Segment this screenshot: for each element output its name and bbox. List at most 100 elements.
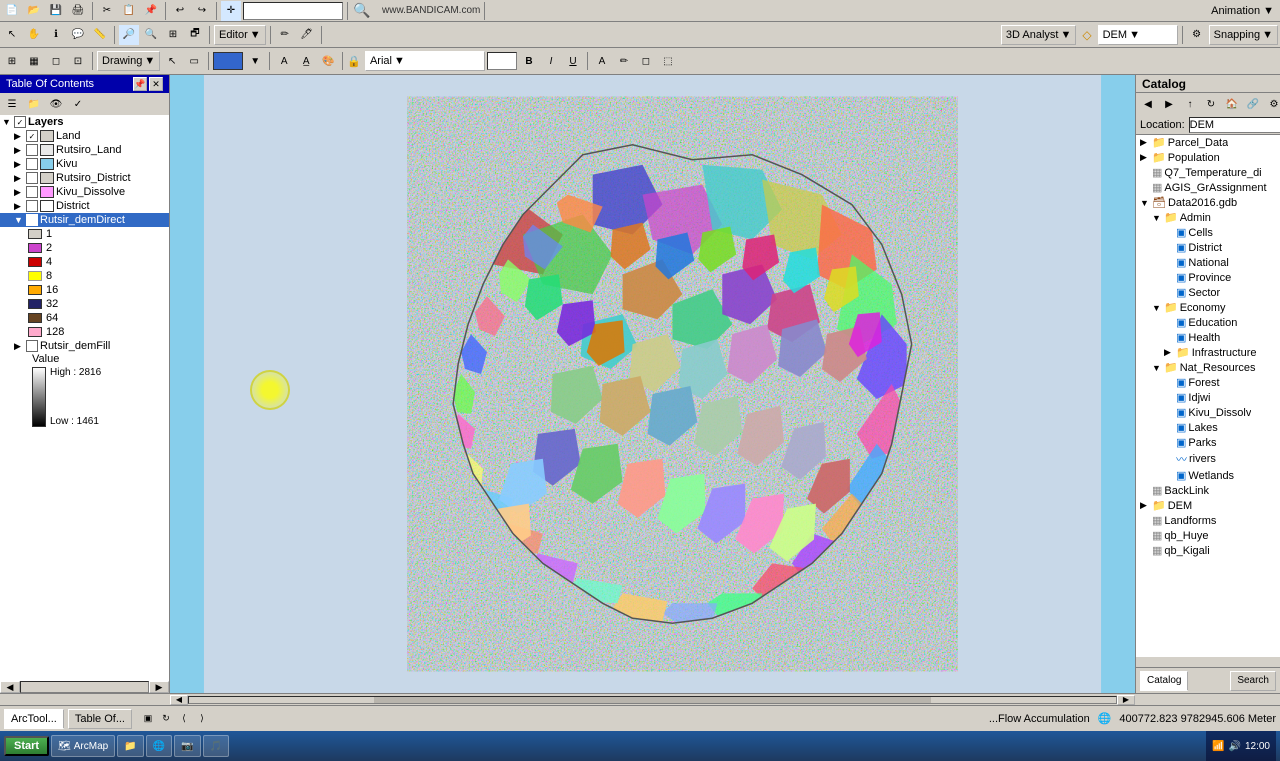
toc-close-btn[interactable]: ✕ xyxy=(149,77,163,91)
taskbar-arcmap[interactable]: 🗺 ArcMap xyxy=(51,735,115,757)
tableofcontents-tab[interactable]: Table Of... xyxy=(68,709,132,729)
tree-item-qb-huye[interactable]: ▦ qb_Huye xyxy=(1136,528,1280,543)
map-hscroll-thumb[interactable] xyxy=(374,697,930,703)
tree-item-parcel-data[interactable]: ▶ 📁 Parcel_Data xyxy=(1136,135,1280,150)
tree-item-health[interactable]: ▣ Health xyxy=(1136,330,1280,345)
zoom-map-btn[interactable]: 🔎 xyxy=(119,25,139,45)
sketch-btn[interactable]: ✏ xyxy=(275,25,295,45)
toc-vis-btn[interactable]: 👁 xyxy=(46,94,66,114)
toc-list-btn[interactable]: ☰ xyxy=(2,94,22,114)
sb-btn1[interactable]: ▣ xyxy=(140,711,156,727)
map-hscroll-container[interactable]: ◀ ▶ xyxy=(170,694,1135,705)
color-swatch[interactable] xyxy=(213,52,243,70)
italic-btn[interactable]: I xyxy=(541,51,561,71)
shadow-btn[interactable]: ⬚ xyxy=(658,51,678,71)
select-btn[interactable]: ↖ xyxy=(2,25,22,45)
arctool-tab[interactable]: ArcTool... xyxy=(4,709,64,729)
font-dropdown[interactable]: Arial ▼ xyxy=(365,51,485,71)
tree-item-dem[interactable]: ▶ 📁 DEM xyxy=(1136,498,1280,513)
draw-arrow-btn[interactable]: ↖ xyxy=(162,51,182,71)
identify-btn[interactable]: ℹ xyxy=(46,25,66,45)
tree-item-economy[interactable]: ▼ 📁 Economy xyxy=(1136,300,1280,315)
start-button[interactable]: Start xyxy=(4,736,49,756)
print-btn[interactable]: 🖨 xyxy=(68,1,88,21)
tree-item-wetlands[interactable]: ▣ Wetlands xyxy=(1136,468,1280,483)
catalog-up-btn[interactable]: ↑ xyxy=(1180,94,1200,114)
zoom-layer-btn[interactable]: 🗗 xyxy=(185,25,205,45)
catalog-tab[interactable]: Catalog xyxy=(1140,671,1188,691)
rutsiro-dist-cb[interactable] xyxy=(26,172,38,184)
tree-item-sector[interactable]: ▣ Sector xyxy=(1136,285,1280,300)
copy-btn[interactable]: 📋 xyxy=(119,1,139,21)
tree-item-district-catalog[interactable]: ▣ District xyxy=(1136,240,1280,255)
rutsir-demfill-cb[interactable] xyxy=(26,340,38,352)
taskbar-explorer[interactable]: 📁 xyxy=(117,735,143,757)
layers-heading-item[interactable]: ▼ Layers xyxy=(0,115,169,129)
toc-source-btn[interactable]: 📁 xyxy=(24,94,44,114)
tree-item-agis[interactable]: ▦ AGIS_GrAssignment xyxy=(1136,180,1280,195)
tree-item-education[interactable]: ▣ Education xyxy=(1136,315,1280,330)
taskbar-browser[interactable]: 🌐 xyxy=(146,735,172,757)
cut-btn[interactable]: ✂ xyxy=(97,1,117,21)
map-hscroll-track[interactable] xyxy=(188,696,1117,704)
tree-item-forest[interactable]: ▣ Forest xyxy=(1136,375,1280,390)
rutsiro-land-cb[interactable] xyxy=(26,144,38,156)
color-btn[interactable]: ▼ xyxy=(245,51,265,71)
layer-item-rutsiro-land[interactable]: ▶ Rutsiro_Land xyxy=(0,143,169,157)
tree-item-infrastructure[interactable]: ▶ 📁 Infrastructure xyxy=(1136,345,1280,360)
settings-btn[interactable]: ⚙ xyxy=(1187,25,1207,45)
catalog-refresh-btn[interactable]: ↻ xyxy=(1201,94,1221,114)
catalog-location-input[interactable] xyxy=(1189,117,1280,133)
tree-item-idjwi[interactable]: ▣ Idjwi xyxy=(1136,390,1280,405)
layer-item-district[interactable]: ▶ District xyxy=(0,199,169,213)
tb3-btn3[interactable]: ◻ xyxy=(46,51,66,71)
kivu-dissolve-cb[interactable] xyxy=(26,186,38,198)
text-btn[interactable]: A xyxy=(274,51,294,71)
coord-input[interactable]: 1,275,598 xyxy=(243,2,343,20)
tree-item-national[interactable]: ▣ National xyxy=(1136,255,1280,270)
textcolor-btn[interactable]: A̲ xyxy=(296,51,316,71)
tree-item-nat-resources[interactable]: ▼ 📁 Nat_Resources xyxy=(1136,360,1280,375)
tree-item-data2016[interactable]: ▼ 🗃 Data2016.gdb xyxy=(1136,195,1280,210)
hilite-btn[interactable]: ✏ xyxy=(614,51,634,71)
tree-item-population[interactable]: ▶ 📁 Population xyxy=(1136,150,1280,165)
taskbar-camera[interactable]: 📷 xyxy=(174,735,200,757)
layer-item-kivu[interactable]: ▶ Kivu xyxy=(0,157,169,171)
tree-item-admin[interactable]: ▼ 📁 Admin xyxy=(1136,210,1280,225)
zoom-full-btn[interactable]: ⊞ xyxy=(163,25,183,45)
tree-item-backlink[interactable]: ▦ BackLink xyxy=(1136,483,1280,498)
catalog-fwd-btn[interactable]: ▶ xyxy=(1159,94,1179,114)
edit-btn[interactable]: 🖊 xyxy=(297,25,317,45)
tree-item-landforms[interactable]: ▦ Landforms xyxy=(1136,513,1280,528)
district-cb[interactable] xyxy=(26,200,38,212)
sb-btn4[interactable]: ⟩ xyxy=(194,711,210,727)
open-btn[interactable]: 📂 xyxy=(24,1,44,21)
tree-item-rivers[interactable]: 〰 rivers xyxy=(1136,450,1280,468)
catalog-connect-btn[interactable]: 🔗 xyxy=(1243,94,1263,114)
rutsir-dem-cb[interactable] xyxy=(26,214,38,226)
tb3-btn1[interactable]: ⊞ xyxy=(2,51,22,71)
layers-cb[interactable] xyxy=(14,116,26,128)
save-btn[interactable]: 💾 xyxy=(46,1,66,21)
catalog-scroll[interactable] xyxy=(1136,657,1280,667)
analyst-dropdown[interactable]: 3D Analyst ▼ xyxy=(1001,25,1076,45)
zoom-in-btn[interactable]: 🔍 xyxy=(352,1,372,21)
tree-item-cells[interactable]: ▣ Cells xyxy=(1136,225,1280,240)
tree-item-parks[interactable]: ▣ Parks xyxy=(1136,435,1280,450)
cursor-btn[interactable]: ✛ xyxy=(221,1,241,21)
layer-item-rutsir-dem[interactable]: ▼ Rutsir_demDirect xyxy=(0,213,169,227)
measure-btn[interactable]: 📏 xyxy=(90,25,110,45)
bold-btn[interactable]: B xyxy=(519,51,539,71)
font-size-input[interactable]: 10 xyxy=(487,52,517,70)
layer-item-rutsir-demfill[interactable]: ▶ Rutsir_demFill xyxy=(0,339,169,353)
redo-btn[interactable]: ↪ xyxy=(192,1,212,21)
draw-shape-btn[interactable]: ▭ xyxy=(184,51,204,71)
land-cb[interactable] xyxy=(26,130,38,142)
tree-item-kivu-cat[interactable]: ▣ Kivu_Dissolv xyxy=(1136,405,1280,420)
map-scroll-left-btn[interactable]: ◀ xyxy=(170,695,188,705)
new-btn[interactable]: 📄 xyxy=(2,1,22,21)
zoom-out-btn[interactable]: 🔍 xyxy=(141,25,161,45)
search-tab[interactable]: Search xyxy=(1230,671,1276,691)
tree-item-lakes[interactable]: ▣ Lakes xyxy=(1136,420,1280,435)
undo-btn[interactable]: ↩ xyxy=(170,1,190,21)
